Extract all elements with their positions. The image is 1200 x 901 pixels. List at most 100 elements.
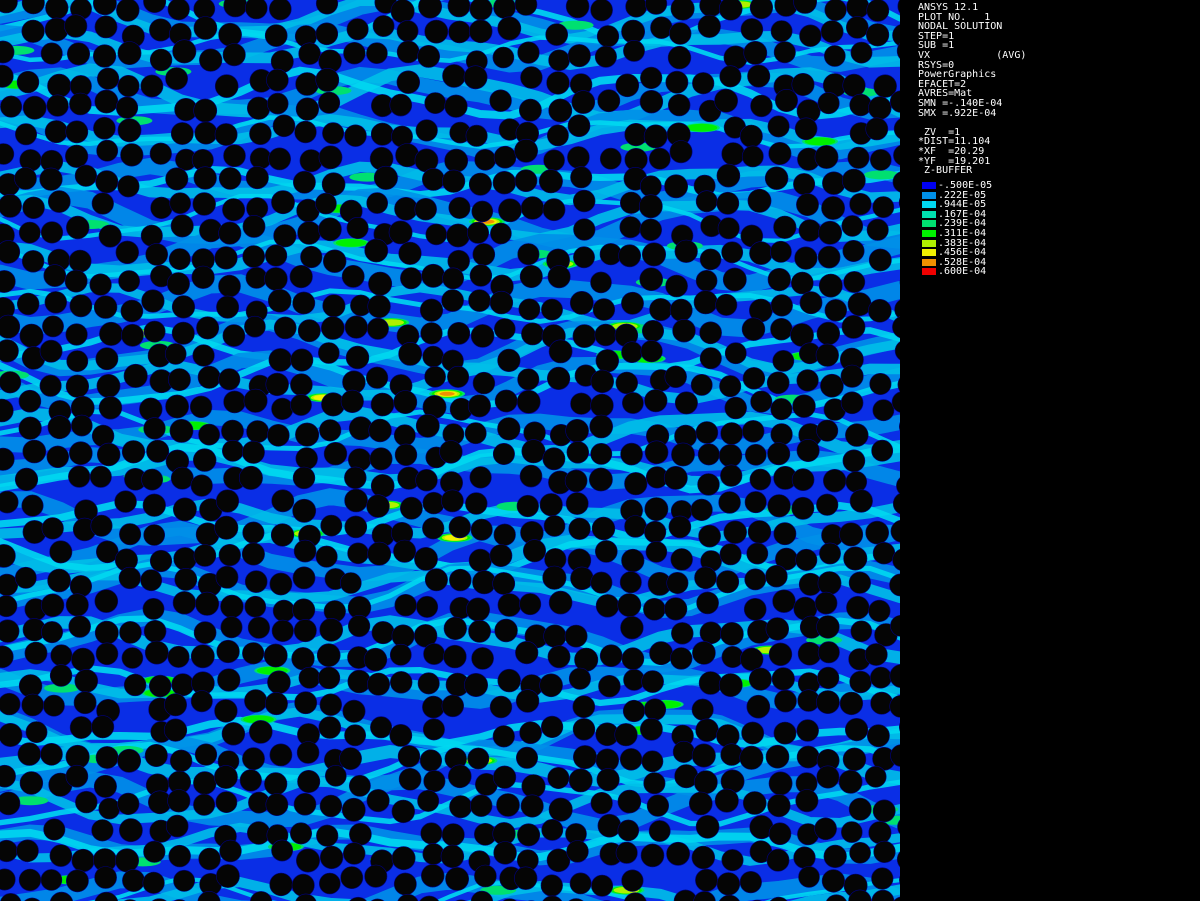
fiber	[765, 564, 788, 588]
fiber	[621, 19, 646, 44]
fiber	[323, 249, 347, 273]
fiber	[492, 442, 515, 465]
fiber	[94, 866, 117, 889]
fiber	[40, 221, 64, 244]
fiber	[846, 595, 870, 620]
fiber	[218, 543, 241, 567]
fiber	[192, 344, 215, 367]
fiber	[817, 666, 840, 690]
fiber	[90, 514, 113, 537]
fiber	[344, 315, 368, 339]
fiber	[497, 417, 521, 441]
contour-plot	[0, 0, 900, 901]
fiber	[547, 645, 571, 669]
fiber	[45, 0, 69, 20]
fiber	[566, 840, 589, 863]
fiber	[318, 872, 341, 895]
fiber	[749, 468, 772, 491]
fiber	[173, 869, 196, 892]
fiber	[189, 395, 213, 418]
fiber	[166, 272, 190, 296]
fiber	[25, 721, 48, 744]
fiber	[292, 598, 316, 622]
fiber	[814, 591, 838, 615]
fiber	[699, 621, 723, 645]
fiber	[823, 45, 846, 67]
fiber	[572, 189, 596, 213]
fiber	[820, 373, 844, 398]
fiber	[816, 419, 839, 442]
fiber	[390, 0, 415, 24]
fiber	[344, 515, 368, 539]
fiber	[821, 869, 846, 893]
fiber	[173, 547, 197, 571]
fiber	[695, 868, 718, 892]
fiber	[442, 64, 466, 88]
fiber	[364, 238, 389, 263]
fiber	[242, 521, 265, 544]
fiber	[140, 74, 164, 98]
fiber	[117, 792, 140, 816]
fiber	[14, 167, 37, 190]
fiber	[193, 793, 216, 816]
fiber	[668, 22, 692, 45]
fiber	[843, 271, 866, 293]
fiber	[724, 342, 747, 365]
fiber	[199, 48, 223, 72]
fiber	[366, 494, 390, 518]
fiber	[165, 67, 189, 91]
fiber	[269, 872, 293, 897]
fiber	[468, 619, 492, 643]
fiber	[867, 298, 892, 323]
fiber	[422, 345, 445, 368]
fiber	[319, 419, 342, 442]
fiber	[519, 264, 543, 288]
fiber	[0, 791, 21, 816]
fiber	[220, 594, 244, 619]
fiber	[169, 749, 193, 772]
fiber	[115, 96, 139, 119]
fiber	[49, 844, 73, 867]
fiber	[222, 198, 246, 222]
fiber	[93, 116, 116, 140]
fiber	[114, 490, 137, 513]
fiber	[718, 0, 743, 21]
contour-plot-viewport[interactable]	[0, 0, 900, 901]
fiber	[39, 374, 62, 397]
fiber	[94, 89, 119, 114]
fiber	[848, 797, 872, 821]
fiber	[194, 121, 218, 145]
fiber	[621, 291, 644, 315]
fiber	[65, 764, 89, 788]
fiber	[215, 565, 239, 589]
fiber	[218, 22, 242, 47]
fiber	[47, 73, 72, 98]
fiber	[746, 542, 769, 565]
fiber	[643, 124, 668, 149]
fiber	[193, 621, 217, 644]
fiber	[595, 594, 620, 618]
fiber	[767, 115, 790, 138]
fiber	[750, 390, 773, 413]
fiber	[818, 273, 843, 298]
fiber	[596, 25, 620, 48]
fiber	[590, 791, 613, 815]
fiber	[399, 496, 423, 520]
fiber	[841, 314, 866, 339]
fiber	[388, 220, 413, 245]
fiber	[569, 872, 592, 895]
fiber	[667, 45, 692, 70]
fiber	[619, 216, 642, 239]
fiber	[193, 16, 218, 40]
fiber	[516, 389, 541, 414]
fiber	[742, 791, 767, 815]
fiber	[590, 0, 613, 22]
fiber	[95, 170, 119, 194]
fiber	[19, 771, 44, 795]
fiber	[220, 616, 243, 639]
fiber	[268, 147, 292, 171]
fiber	[664, 174, 689, 199]
fiber	[494, 618, 518, 643]
fiber	[721, 849, 744, 872]
fiber	[117, 75, 140, 98]
